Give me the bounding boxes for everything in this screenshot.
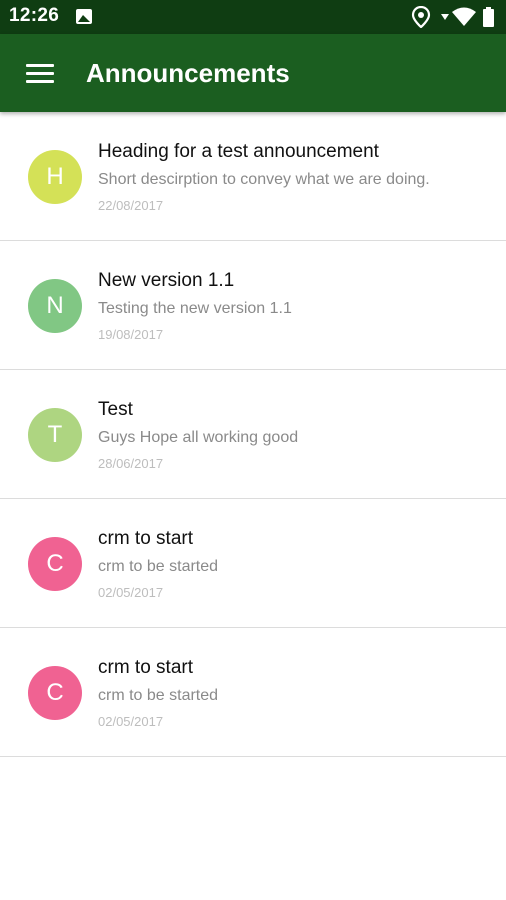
- announcement-description: crm to be started: [98, 687, 219, 704]
- announcement-description: Short descirption to convey what we are …: [98, 171, 430, 188]
- menu-icon[interactable]: [26, 64, 54, 84]
- page-title: Announcements: [86, 58, 290, 88]
- location-icon: [411, 5, 431, 29]
- app-bar: Announcements: [0, 34, 506, 112]
- announcement-title: crm to start: [98, 528, 194, 549]
- list-item[interactable]: T Test Guys Hope all working good 28/06/…: [0, 370, 506, 499]
- status-time: 12:26: [9, 5, 60, 26]
- announcement-date: 02/05/2017: [98, 714, 164, 729]
- status-bar: 12:26: [0, 0, 506, 34]
- avatar: T: [28, 408, 82, 462]
- list-item[interactable]: C crm to start crm to be started 02/05/2…: [0, 628, 506, 757]
- announcement-date: 02/05/2017: [98, 585, 164, 600]
- announcement-list: H Heading for a test announcement Short …: [0, 112, 506, 757]
- wifi-icon: [452, 7, 476, 26]
- avatar: C: [28, 537, 82, 591]
- avatar: C: [28, 666, 82, 720]
- announcement-title: crm to start: [98, 657, 194, 678]
- data-arrow-icon: [441, 14, 449, 20]
- announcement-date: 28/06/2017: [98, 456, 164, 471]
- avatar: H: [28, 150, 82, 204]
- list-item[interactable]: N New version 1.1 Testing the new versio…: [0, 241, 506, 370]
- announcement-title: New version 1.1: [98, 270, 235, 291]
- battery-icon: [483, 7, 494, 27]
- announcement-date: 22/08/2017: [98, 198, 164, 213]
- image-notification-icon: [76, 9, 92, 24]
- list-item[interactable]: H Heading for a test announcement Short …: [0, 112, 506, 241]
- announcement-description: crm to be started: [98, 558, 219, 575]
- avatar: N: [28, 279, 82, 333]
- announcement-date: 19/08/2017: [98, 327, 164, 342]
- announcement-description: Testing the new version 1.1: [98, 300, 292, 317]
- list-item[interactable]: C crm to start crm to be started 02/05/2…: [0, 499, 506, 628]
- status-icons: [408, 5, 498, 29]
- announcement-title: Test: [98, 399, 133, 420]
- announcement-title: Heading for a test announcement: [98, 141, 379, 162]
- announcement-description: Guys Hope all working good: [98, 429, 299, 446]
